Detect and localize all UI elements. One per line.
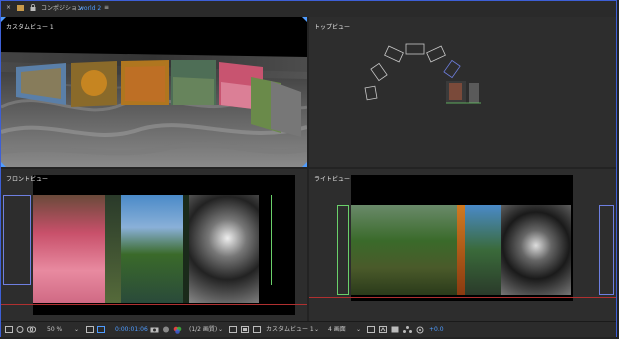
vr-view-icon[interactable] bbox=[16, 326, 24, 333]
view-corner-marker bbox=[1, 162, 6, 167]
always-preview-icon[interactable] bbox=[5, 326, 13, 333]
show-snapshot-icon[interactable] bbox=[162, 326, 170, 333]
grid-guide-icon[interactable] bbox=[253, 326, 261, 333]
fast-previews-icon[interactable] bbox=[229, 326, 237, 333]
viewer-status-bar: 50 % ⌄ 0:00:01:06 (1/2 画質) ⌄ カスタムビュー 1 ⌄… bbox=[1, 321, 616, 337]
top-view-pane[interactable]: トップビュー bbox=[309, 17, 616, 167]
exposure-reset-icon[interactable] bbox=[416, 326, 424, 334]
lock-icon[interactable] bbox=[30, 3, 36, 11]
panel-menu-icon[interactable]: ≡ bbox=[104, 4, 109, 12]
custom-view-scene bbox=[1, 52, 307, 167]
flowchart-icon[interactable] bbox=[403, 326, 412, 333]
custom-view-pane[interactable]: カスタムビュー 1 bbox=[1, 17, 307, 167]
color-channels-icon[interactable] bbox=[173, 326, 182, 334]
region-of-interest-icon[interactable] bbox=[97, 326, 105, 333]
layer-image-cherry-blossom bbox=[33, 195, 105, 303]
composition-tab-bar: × コンポジション world 2 ≡ bbox=[1, 1, 616, 18]
layer-image-strip bbox=[457, 205, 465, 295]
layer-image-pond bbox=[121, 195, 183, 303]
layer-outline bbox=[3, 195, 31, 285]
zoom-dropdown[interactable]: 50 % bbox=[47, 326, 62, 334]
mask-view-icon[interactable] bbox=[26, 326, 37, 333]
close-tab-button[interactable]: × bbox=[6, 4, 11, 12]
right-view-pane[interactable]: ライトビュー bbox=[309, 169, 616, 321]
ground-line bbox=[1, 304, 307, 305]
fit-view-icon[interactable] bbox=[86, 326, 94, 333]
layer-image-bw bbox=[189, 195, 259, 303]
composition-name[interactable]: world 2 bbox=[79, 5, 101, 13]
view-corner-marker bbox=[302, 162, 307, 167]
layer-outline bbox=[337, 205, 349, 295]
view-layout-dropdown[interactable]: 4 画面 bbox=[328, 326, 346, 334]
resolution-chevron-icon[interactable]: ⌄ bbox=[218, 326, 223, 334]
pixel-aspect-icon[interactable] bbox=[367, 326, 375, 333]
view-corner-marker bbox=[1, 17, 6, 22]
layer-image-pond bbox=[465, 205, 501, 295]
view-corner-marker bbox=[302, 17, 307, 22]
transparency-grid-icon[interactable] bbox=[241, 326, 249, 333]
resolution-dropdown[interactable]: (1/2 画質) bbox=[189, 326, 217, 334]
composition-tab-label[interactable]: コンポジション bbox=[41, 5, 83, 13]
exposure-value[interactable]: +0.0 bbox=[429, 326, 444, 334]
camera-chevron-icon[interactable]: ⌄ bbox=[314, 326, 319, 334]
pane-label: フロントビュー bbox=[6, 176, 49, 183]
current-time[interactable]: 0:00:01:06 bbox=[115, 326, 148, 334]
layer-outline bbox=[599, 205, 614, 295]
layer-image-tree bbox=[105, 195, 121, 303]
timeline-icon[interactable] bbox=[391, 326, 399, 333]
view-layout-chevron-icon[interactable]: ⌄ bbox=[356, 326, 361, 334]
front-view-pane[interactable]: フロントビュー bbox=[1, 169, 307, 321]
layer-outline bbox=[271, 195, 273, 285]
pane-label: トップビュー bbox=[314, 24, 351, 31]
pane-label: ライトビュー bbox=[314, 176, 351, 183]
layer-image-bw bbox=[501, 205, 571, 295]
ground-line bbox=[309, 297, 616, 298]
snapshot-camera-icon[interactable] bbox=[150, 326, 159, 333]
3d-renderer-icon[interactable] bbox=[379, 326, 387, 333]
composition-viewer[interactable]: カスタムビュー 1 トップビュー フロントビュー ライトビュー bbox=[1, 17, 616, 321]
active-camera-dropdown[interactable]: カスタムビュー 1 bbox=[266, 326, 314, 334]
panel-icon bbox=[17, 5, 24, 11]
layer-image-garden bbox=[351, 205, 457, 295]
pane-label: カスタムビュー 1 bbox=[6, 24, 54, 31]
top-view-layer-outlines bbox=[364, 43, 481, 104]
zoom-chevron-icon[interactable]: ⌄ bbox=[74, 326, 79, 334]
